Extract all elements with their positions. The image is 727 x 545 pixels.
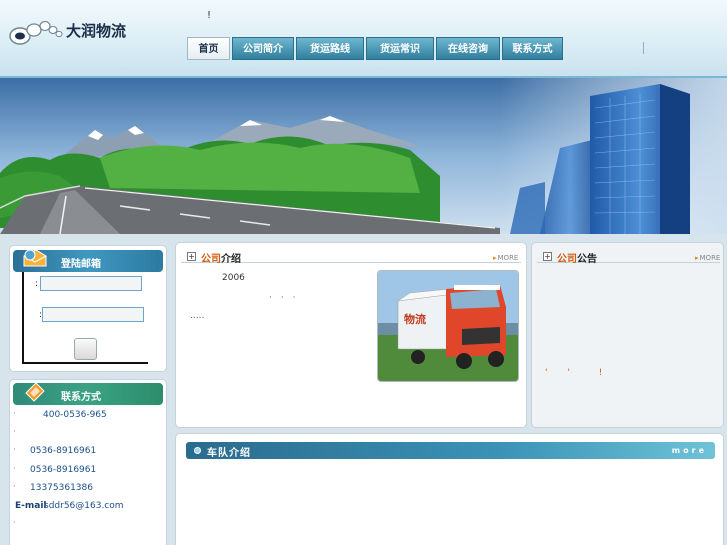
phone1-value: 0536-8916961	[30, 446, 97, 456]
nav-tab-about[interactable]: 公司简介	[232, 37, 294, 60]
intro-text-fragment: · · ·	[269, 293, 299, 303]
fleet-panel: 车队介绍 more	[175, 433, 724, 545]
logo-dots-icon	[9, 20, 63, 45]
username-input[interactable]	[40, 276, 142, 291]
contact-row-mobile: · 13375361386	[10, 480, 168, 496]
contact-panel: 联系方式 · 400-0536-965 · · 0536-8916961 · 0…	[9, 379, 167, 545]
hero-banner	[0, 78, 727, 234]
notice-more-link[interactable]: MORE	[695, 254, 721, 262]
page: 大润物流 ! 首页 公司简介 货运路线 货运常识 在线咨询 联系方式 登陆邮箱 …	[0, 0, 727, 545]
intro-header: + 公司介绍 MORE	[181, 247, 521, 265]
notice-text-fragment: ' ' !	[545, 368, 603, 378]
password-input[interactable]	[42, 307, 144, 322]
login-header: 登陆邮箱	[13, 249, 163, 272]
list-bullet: ·	[13, 409, 16, 419]
intro-more-link[interactable]: MORE	[493, 254, 519, 262]
login-button[interactable]	[74, 338, 97, 360]
intro-year: 2006	[222, 273, 245, 283]
list-bullet: ·	[13, 482, 16, 492]
email-label: E-mail	[15, 501, 47, 511]
phone2-value: 0536-8916961	[30, 465, 97, 475]
header-divider	[643, 42, 644, 54]
site-header: 大润物流 ! 首页 公司简介 货运路线 货运常识 在线咨询 联系方式	[0, 0, 727, 78]
nav-tab-knowledge[interactable]: 货运常识	[366, 37, 434, 60]
hotline-value: 400-0536-965	[43, 410, 107, 420]
contact-card-icon	[25, 382, 45, 402]
header-mark: !	[207, 10, 212, 21]
contact-row-phone2: · 0536-8916961	[10, 462, 168, 478]
contact-row-blank: ·	[10, 425, 168, 441]
nav-tab-contact[interactable]: 联系方式	[502, 37, 563, 60]
company-intro-panel: + 公司介绍 MORE 2006 · · · ..... 物流	[175, 242, 527, 428]
nav-tab-consult[interactable]: 在线咨询	[436, 37, 500, 60]
list-bullet: ·	[13, 427, 16, 437]
bullet-icon	[194, 447, 201, 454]
fleet-more-link[interactable]: more	[672, 446, 707, 455]
contact-row-blank2: ·	[10, 516, 168, 532]
company-notice-panel: + 公司公告 MORE ' ' !	[531, 242, 724, 428]
nav-tab-routes[interactable]: 货运路线	[296, 37, 364, 60]
mobile-value: 13375361386	[30, 483, 93, 493]
contact-title: 联系方式	[61, 392, 101, 403]
site-logo[interactable]: 大润物流	[8, 16, 128, 48]
expand-icon: +	[543, 252, 552, 261]
contact-row-email: E-mail sddr56@163.com	[10, 498, 168, 514]
notice-header: + 公司公告 MORE	[537, 247, 721, 265]
login-title: 登陆邮箱	[61, 259, 101, 270]
contact-header: 联系方式	[13, 382, 163, 405]
list-bullet: ·	[13, 464, 16, 474]
fleet-title: 车队介绍	[207, 448, 251, 459]
login-panel: 登陆邮箱 : :	[9, 245, 167, 372]
fleet-header: 车队介绍 more	[186, 442, 715, 459]
intro-ellipsis: .....	[190, 311, 205, 321]
nav-tab-home[interactable]: 首页	[187, 37, 230, 60]
expand-icon: +	[187, 252, 196, 261]
mail-icon	[23, 249, 47, 267]
truck-image: 物流	[378, 271, 518, 381]
list-bullet: ·	[13, 518, 16, 528]
truck-logo-text: 物流	[404, 312, 426, 326]
list-bullet: ·	[13, 445, 16, 455]
username-label: :	[35, 279, 39, 289]
main-nav: 首页 公司简介 货运路线 货运常识 在线咨询 联系方式	[187, 37, 563, 60]
contact-row-phone1: · 0536-8916961	[10, 443, 168, 459]
intro-title: 公司介绍	[201, 254, 241, 265]
truck-photo: 物流	[377, 270, 519, 382]
logo-text: 大润物流	[66, 22, 127, 40]
contact-row-hotline: · 400-0536-965	[10, 407, 168, 423]
email-value[interactable]: sddr56@163.com	[44, 501, 124, 511]
banner-illustration	[0, 78, 727, 234]
login-form: : :	[22, 272, 148, 364]
notice-title: 公司公告	[557, 254, 597, 265]
